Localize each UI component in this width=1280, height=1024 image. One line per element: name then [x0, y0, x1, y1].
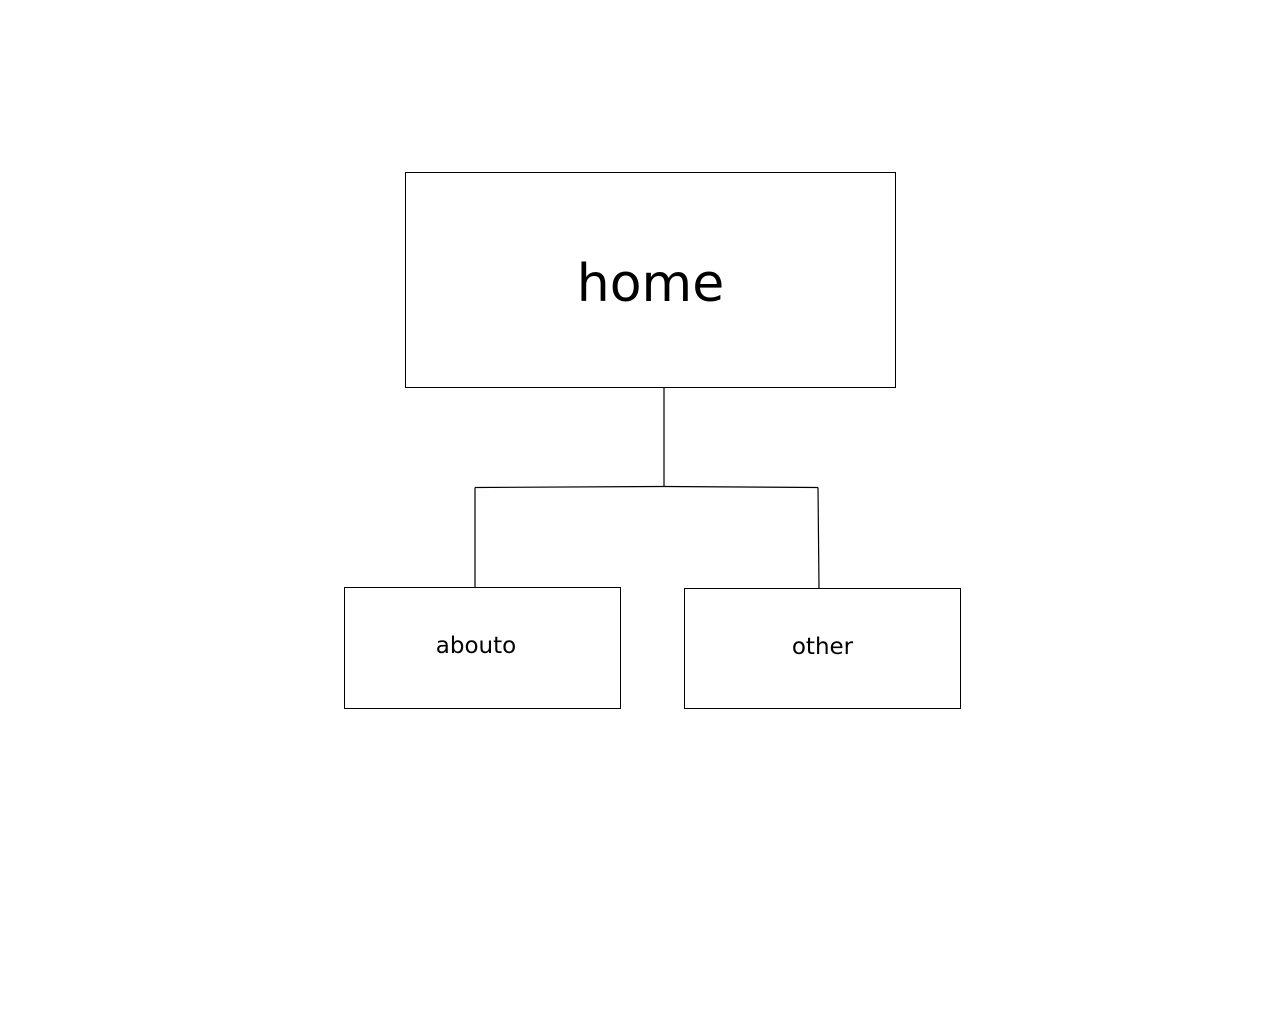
- site-map-diagram: home abouto other: [0, 0, 1280, 1024]
- connector-branch-bar: [474, 485, 819, 489]
- node-home: home: [405, 172, 896, 388]
- node-abouto: abouto: [344, 587, 621, 709]
- connector-to-other: [817, 487, 820, 589]
- node-other-label: other: [791, 633, 854, 660]
- node-home-label: home: [576, 254, 725, 314]
- node-abouto-label: abouto: [435, 633, 517, 659]
- node-other: other: [684, 588, 961, 709]
- tree-connectors: [474, 388, 820, 589]
